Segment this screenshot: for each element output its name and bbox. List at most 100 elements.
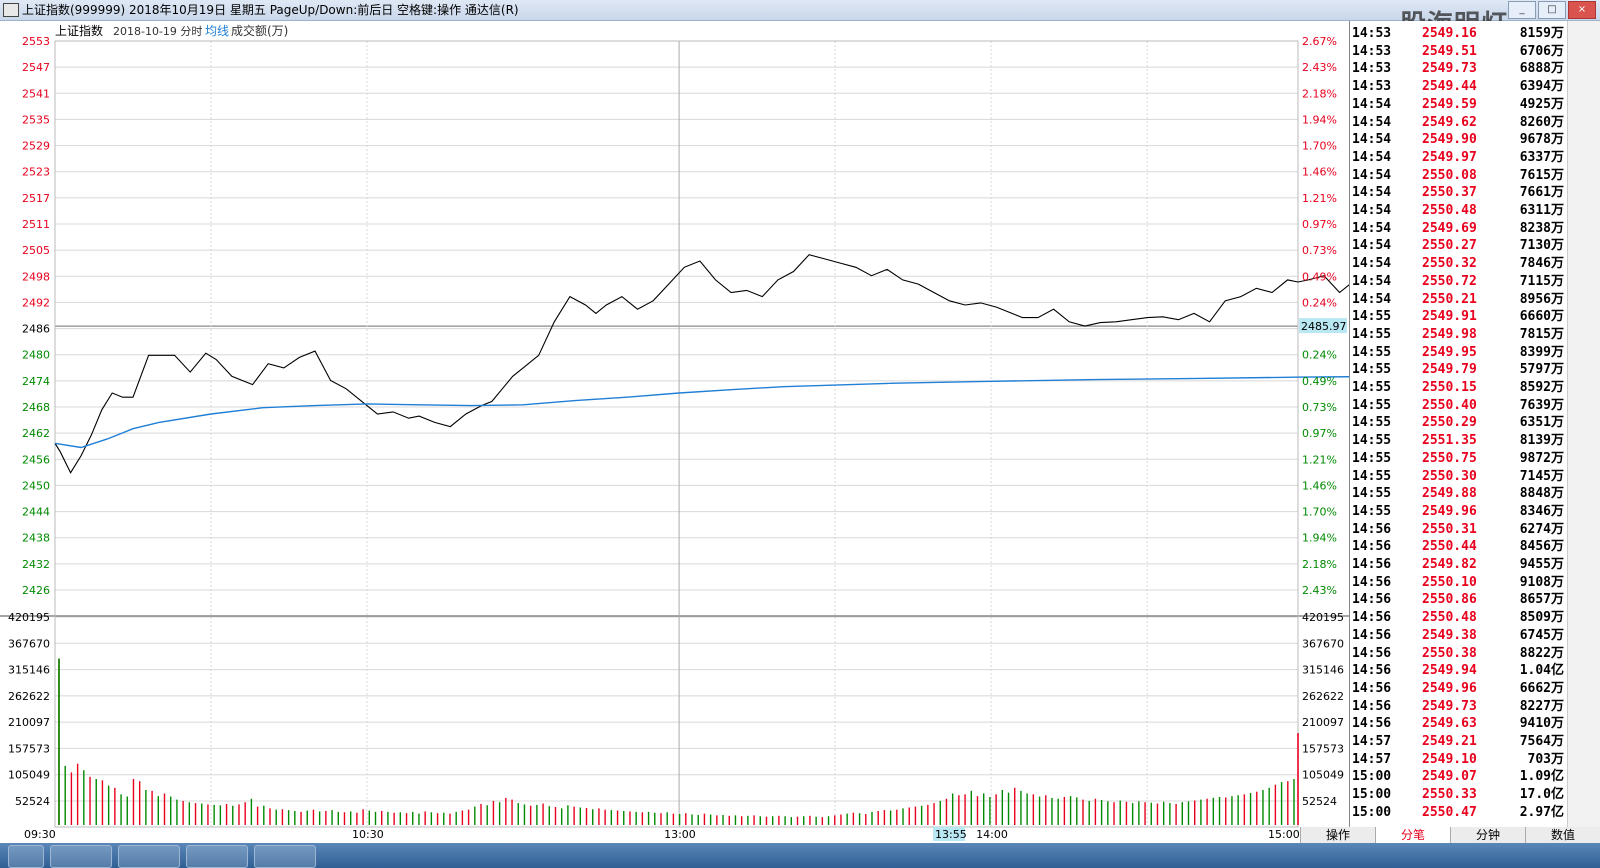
window-controls: _ □ ×: [1508, 1, 1596, 19]
chart-border: [54, 40, 1299, 828]
tick-row: 14:57 2549.10 703万: [1350, 751, 1568, 768]
volume-tick-label: 420195: [8, 611, 50, 624]
tab-values[interactable]: 数值: [1525, 827, 1600, 843]
price-tick-label: 2450: [22, 479, 50, 492]
tick-row: 14:53 2549.44 6394万: [1350, 78, 1568, 95]
tick-volume: 6274万: [1519, 521, 1564, 537]
tick-row: 14:57 2549.21 7564万: [1350, 733, 1568, 750]
taskbar-item[interactable]: [254, 845, 316, 868]
tick-price: 2550.48: [1422, 203, 1477, 218]
volume-tick-label: 315146: [8, 664, 50, 677]
tick-row: 14:55 2549.79 5797万: [1350, 361, 1568, 378]
tick-time: 14:54: [1352, 203, 1392, 218]
tick-time: 14:56: [1352, 698, 1392, 714]
minimize-button[interactable]: _: [1508, 1, 1536, 19]
tick-price: 2549.10: [1422, 751, 1477, 767]
price-tick-label: 2426: [22, 584, 50, 597]
tick-price: 2549.44: [1422, 79, 1477, 95]
taskbar-item[interactable]: [186, 845, 248, 868]
maximize-button[interactable]: □: [1538, 1, 1566, 19]
tick-price: 2550.08: [1422, 167, 1477, 183]
tick-price: 2550.33: [1422, 787, 1477, 803]
taskbar-item[interactable]: [118, 845, 180, 868]
tick-volume: 6662万: [1519, 680, 1564, 696]
tick-price: 2550.29: [1422, 415, 1477, 431]
volume-label: 成交额(万): [231, 23, 288, 38]
tick-price: 2549.88: [1422, 486, 1477, 502]
tick-price: 2549.21: [1422, 734, 1477, 749]
tick-price: 2550.44: [1422, 539, 1477, 555]
tick-row: 14:54 2550.37 7661万: [1350, 184, 1568, 201]
tick-time: 14:56: [1352, 645, 1392, 661]
tab-operate[interactable]: 操作: [1300, 827, 1375, 843]
tick-price: 2550.21: [1422, 291, 1477, 307]
tick-volume: 6351万: [1519, 415, 1564, 431]
tick-volume: 8657万: [1519, 592, 1564, 608]
price-tick-label: 2438: [22, 532, 50, 545]
tick-price: 2549.91: [1422, 309, 1477, 325]
tick-volume: 8139万: [1519, 433, 1564, 449]
pct-tick-label: 1.21%: [1302, 453, 1337, 466]
pct-tick-label: 2.43%: [1302, 584, 1337, 597]
avg-line-label: 均线: [205, 24, 229, 38]
price-tick-label: 2505: [22, 244, 50, 257]
tick-time: 14:55: [1352, 326, 1392, 342]
taskbar-item[interactable]: [50, 845, 112, 868]
price-tick-label: 2492: [22, 296, 50, 309]
tick-time: 14:56: [1352, 716, 1392, 732]
time-tick-label: 09:30: [24, 828, 56, 841]
tick-row: 14:56 2549.38 6745万: [1350, 627, 1568, 644]
volume-tick-label-right: 210097: [1302, 716, 1344, 729]
tick-row: 14:56 2549.96 6662万: [1350, 680, 1568, 697]
tick-row: 14:54 2550.27 7130万: [1350, 237, 1568, 254]
volume-tick-label: 210097: [8, 716, 50, 729]
volume-tick-label-right: 262622: [1302, 690, 1344, 703]
tick-row: 14:55 2549.98 7815万: [1350, 326, 1568, 343]
tick-row: 14:56 2549.63 9410万: [1350, 715, 1568, 732]
tick-volume: 7115万: [1519, 273, 1564, 289]
volume-tick-label: 262622: [8, 690, 50, 703]
intraday-chart[interactable]: 2553 2.67% 2547 2.43% 2541 2.18% 2535 1.94% 2529…: [0, 0, 1349, 843]
time-tick-label: 13:00: [664, 828, 696, 841]
volume-bars: [58, 658, 1299, 825]
tick-price: 2550.40: [1422, 397, 1477, 413]
tick-time: 14:53: [1352, 61, 1392, 77]
tick-price: 2550.47: [1422, 804, 1477, 820]
tick-row: 14:54 2550.08 7615万: [1350, 167, 1568, 184]
tick-time: 14:56: [1352, 592, 1392, 608]
tab-ticks[interactable]: 分笔: [1375, 827, 1450, 843]
pct-tick-label: 0.49%: [1302, 375, 1337, 388]
tick-row: 14:54 2550.72 7115万: [1350, 273, 1568, 290]
tick-price: 2549.62: [1422, 114, 1477, 130]
tick-row: 14:55 2551.35 8139万: [1350, 432, 1568, 449]
tick-volume: 1.09亿: [1519, 769, 1564, 785]
time-tick-label: 10:30: [352, 828, 384, 841]
volume-tick-label-right: 315146: [1302, 664, 1344, 677]
tick-row: 14:55 2550.29 6351万: [1350, 414, 1568, 431]
tick-row: 14:55 2549.88 8848万: [1350, 485, 1568, 502]
close-button[interactable]: ×: [1568, 1, 1596, 19]
side-scrollbar[interactable]: [1567, 21, 1600, 827]
pct-tick-label: 2.18%: [1302, 87, 1337, 100]
price-tick-label: 2498: [22, 270, 50, 283]
start-button[interactable]: [8, 845, 44, 868]
tick-row: 14:54 2549.90 9678万: [1350, 131, 1568, 148]
tick-row: 14:55 2550.15 8592万: [1350, 379, 1568, 396]
tick-volume: 4925万: [1519, 96, 1564, 112]
price-tick-label: 2486: [22, 323, 50, 336]
pct-tick-label: 1.94%: [1302, 532, 1337, 545]
pct-tick-label: 1.70%: [1302, 140, 1337, 153]
tick-row: 14:54 2549.62 8260万: [1350, 114, 1568, 131]
tick-time: 14:55: [1352, 486, 1392, 502]
tick-time: 14:55: [1352, 450, 1392, 466]
tick-row: 14:55 2549.91 6660万: [1350, 308, 1568, 325]
price-tick-label: 2535: [22, 113, 50, 126]
tick-volume: 9678万: [1519, 132, 1564, 148]
pct-tick-label: 0.24%: [1302, 296, 1337, 309]
tick-price: 2549.51: [1422, 43, 1477, 59]
tick-time: 14:56: [1352, 574, 1392, 590]
index-name: 上证指数: [55, 23, 103, 38]
tick-volume: 8509万: [1519, 610, 1564, 626]
tab-minute[interactable]: 分钟: [1450, 827, 1525, 843]
tick-detail-panel[interactable]: 14:53 2549.16 8159万 14:53 2549.51 6706万 14:53 2…: [1349, 21, 1568, 827]
